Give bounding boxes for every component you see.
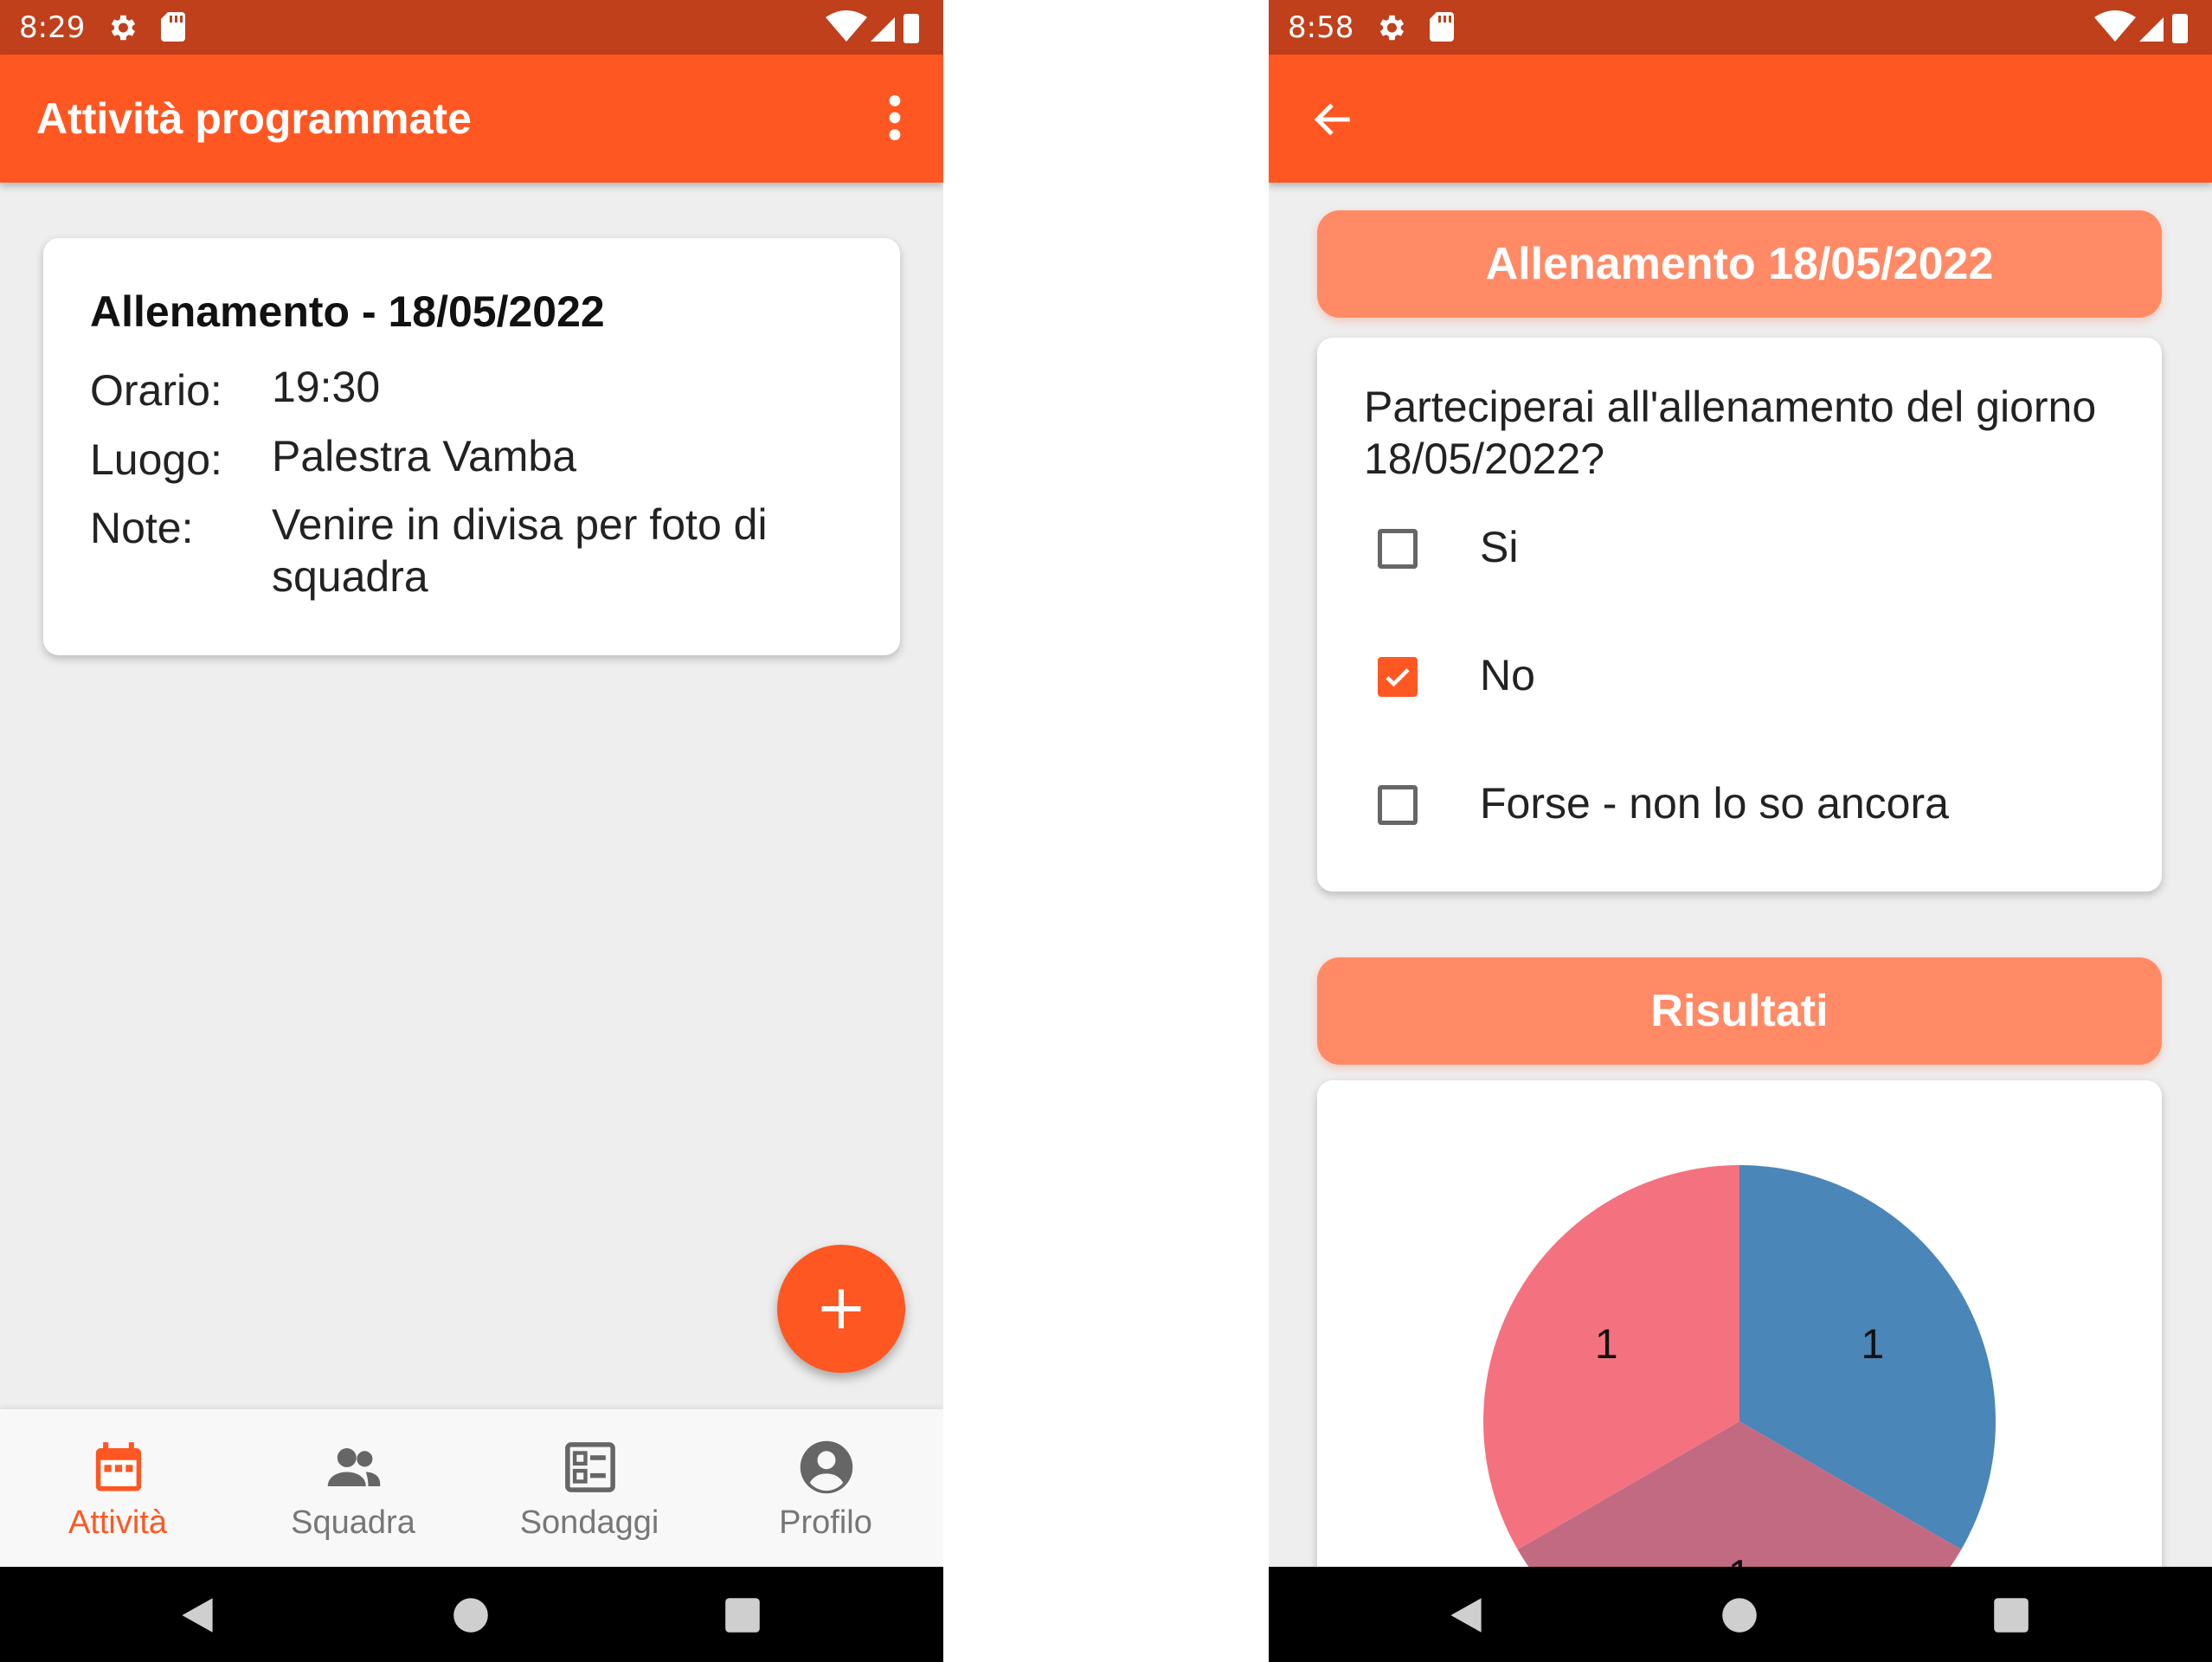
recents-square-icon[interactable] xyxy=(1992,1596,2030,1634)
status-time: 8:58 xyxy=(1288,10,1354,45)
question-text: Parteciperai all'allenamento del giorno … xyxy=(1364,383,2097,483)
bottom-navigation: Attività Squadra Sondaggi Profilo xyxy=(0,1409,943,1567)
place-label: Luogo: xyxy=(90,435,222,484)
status-bar: 8:58 xyxy=(1269,0,2212,55)
wifi-signal-battery-icon xyxy=(2094,10,2188,43)
option-label-forse: Forse - non lo so ancora xyxy=(1480,779,1949,828)
notes-value: Venire in divisa per foto di squadra xyxy=(272,500,768,601)
poll-icon xyxy=(565,1442,615,1492)
nav-item-polls[interactable]: Sondaggi xyxy=(472,1409,707,1567)
settings-gear-icon xyxy=(1379,15,1405,41)
pie-data-label-0: 1 xyxy=(1861,1322,1884,1368)
account-icon xyxy=(800,1440,853,1494)
nav-item-activities[interactable]: Attività xyxy=(0,1409,235,1567)
system-navigation-bar xyxy=(1269,1567,2212,1662)
time-value: 19:30 xyxy=(272,363,381,411)
question-card: Parteciperai all'allenamento del giorno … xyxy=(1317,338,2162,892)
check-icon xyxy=(1386,668,1410,687)
nav-item-profile[interactable]: Profilo xyxy=(708,1409,943,1567)
option-label-no: No xyxy=(1480,651,1535,699)
settings-gear-icon xyxy=(111,15,136,41)
page-title: Attività programmate xyxy=(36,94,472,143)
results-header: Risultati xyxy=(1317,957,2162,1065)
people-icon xyxy=(327,1448,381,1486)
checkbox-forse[interactable] xyxy=(1378,785,1418,825)
recents-square-icon[interactable] xyxy=(723,1596,762,1634)
pie-data-label-2: 1 xyxy=(1595,1322,1618,1368)
option-no[interactable]: No xyxy=(1364,643,2125,712)
nav-item-team[interactable]: Squadra xyxy=(235,1409,471,1567)
checkbox-si[interactable] xyxy=(1378,529,1418,569)
plus-icon xyxy=(821,1289,861,1329)
home-circle-icon[interactable] xyxy=(1720,1596,1759,1634)
place-value: Palestra Vamba xyxy=(272,432,577,480)
system-navigation-bar xyxy=(0,1567,943,1662)
sd-card-icon xyxy=(1430,12,1454,42)
option-forse[interactable]: Forse - non lo so ancora xyxy=(1364,771,2125,841)
add-activity-button[interactable] xyxy=(777,1245,905,1373)
checkbox-no[interactable] xyxy=(1378,657,1418,697)
arrow-back-icon[interactable] xyxy=(1312,98,1355,141)
phone-screen-poll: 8:58 Allenamento 18/05/2022 Parteciperai… xyxy=(1269,0,2212,1662)
wifi-signal-battery-icon xyxy=(826,10,919,43)
app-bar xyxy=(1269,55,2212,183)
time-label: Orario: xyxy=(90,366,222,415)
sd-card-icon xyxy=(161,12,185,42)
status-bar: 8:29 xyxy=(0,0,943,55)
notes-label: Note: xyxy=(90,504,194,552)
app-bar: Attività programmate xyxy=(0,55,943,183)
nav-label-activities: Attività xyxy=(68,1504,168,1541)
nav-label-profile: Profilo xyxy=(779,1504,872,1541)
option-label-si: Si xyxy=(1480,523,1519,571)
status-time: 8:29 xyxy=(19,10,86,45)
back-triangle-icon[interactable] xyxy=(1447,1596,1485,1634)
back-triangle-icon[interactable] xyxy=(178,1596,216,1634)
phone-screen-activities: 8:29 Attività programmate Allenamento - … xyxy=(0,0,943,1662)
nav-label-polls: Sondaggi xyxy=(519,1504,659,1541)
event-title: Allenamento - 18/05/2022 xyxy=(90,287,605,336)
option-si[interactable]: Si xyxy=(1364,515,2125,584)
nav-label-team: Squadra xyxy=(291,1504,415,1541)
calendar-icon xyxy=(95,1442,142,1491)
event-header: Allenamento 18/05/2022 xyxy=(1317,210,2162,318)
event-card[interactable]: Allenamento - 18/05/2022 Orario: 19:30 L… xyxy=(43,238,900,655)
more-vert-icon[interactable] xyxy=(888,94,902,141)
home-circle-icon[interactable] xyxy=(452,1596,490,1634)
